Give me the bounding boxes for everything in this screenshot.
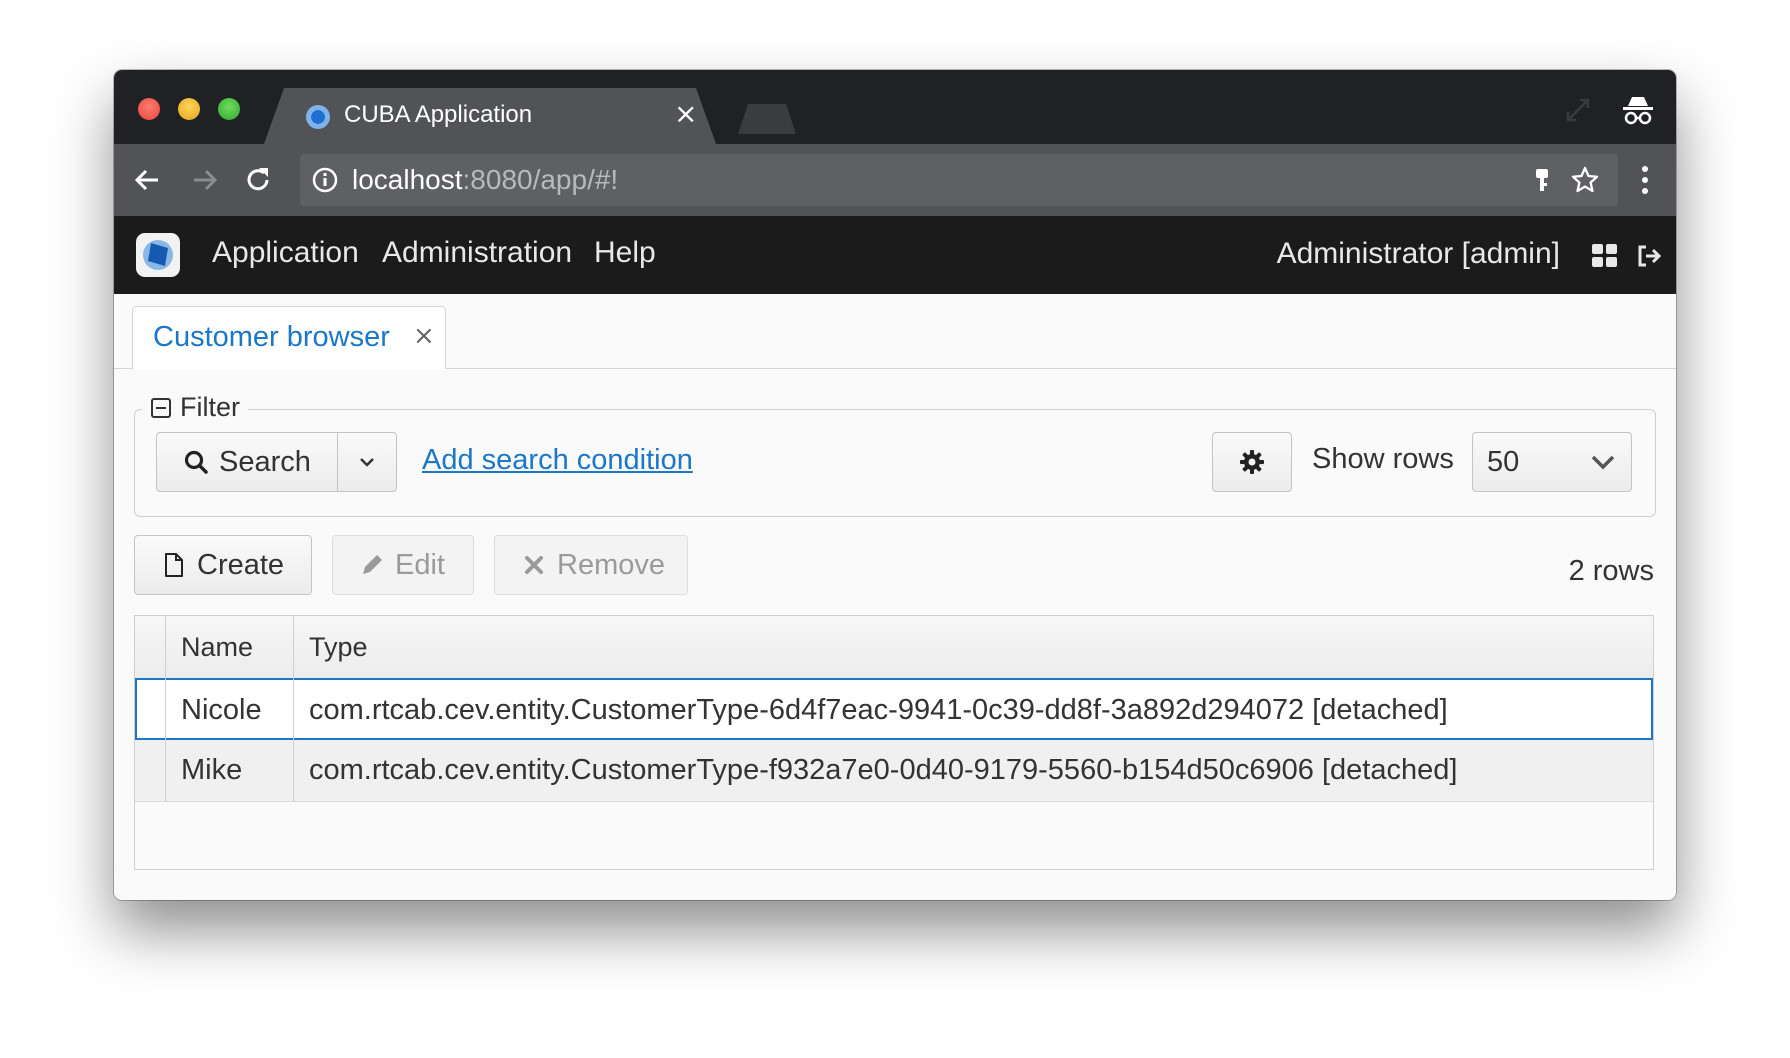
column-divider	[293, 616, 294, 802]
column-divider	[165, 616, 166, 802]
edit-button-label: Edit	[395, 548, 445, 581]
create-button-label: Create	[197, 548, 285, 581]
menu-item-application[interactable]: Application	[212, 236, 359, 270]
remove-button[interactable]: Remove	[494, 535, 688, 595]
star-icon[interactable]	[1570, 165, 1600, 195]
menu-item-administration[interactable]: Administration	[382, 236, 572, 270]
grid-icon[interactable]	[1592, 244, 1618, 268]
show-rows-value: 50	[1487, 446, 1520, 478]
browser-tab-title: CUBA Application	[344, 101, 533, 128]
info-icon[interactable]	[312, 167, 338, 193]
cell-name: Mike	[181, 754, 243, 786]
add-search-condition-link[interactable]: Add search condition	[422, 444, 693, 477]
show-rows-label: Show rows	[1312, 443, 1454, 475]
kebab-menu-icon[interactable]	[1638, 162, 1652, 198]
current-user[interactable]: Administrator [admin]	[1277, 237, 1560, 271]
browser-toolbar: localhost:8080/app/#!	[114, 144, 1676, 216]
minimize-window-button[interactable]	[178, 98, 200, 120]
reload-icon[interactable]	[242, 164, 274, 196]
cross-icon	[525, 556, 543, 574]
remove-button-label: Remove	[557, 548, 665, 581]
show-rows-select[interactable]: 50	[1472, 432, 1632, 492]
new-tab-button[interactable]	[738, 104, 796, 134]
screen-tabs-bar: Customer browser ×	[114, 294, 1676, 369]
close-icon[interactable]: ×	[413, 321, 435, 351]
cell-name: Nicole	[181, 694, 262, 726]
favicon-icon	[306, 105, 330, 129]
tab-customer-browser[interactable]: Customer browser ×	[132, 306, 446, 369]
browser-window: CUBA Application × localhost:8080/app/#!…	[114, 70, 1676, 900]
column-header-name[interactable]: Name	[181, 632, 253, 663]
app-header: Application Administration Help Administ…	[114, 216, 1676, 294]
customers-table: Name Type Nicole com.rtcab.cev.entity.Cu…	[134, 615, 1654, 870]
address-bar[interactable]: localhost:8080/app/#!	[300, 154, 1618, 206]
search-icon	[184, 450, 208, 474]
edit-button[interactable]: Edit	[332, 535, 474, 595]
filter-label: Filter	[180, 392, 240, 422]
table-row[interactable]: Nicole com.rtcab.cev.entity.CustomerType…	[135, 678, 1653, 740]
url-path: :8080/app/#!	[462, 164, 619, 195]
menu-item-help[interactable]: Help	[594, 236, 656, 270]
filter-legend[interactable]: Filter	[142, 392, 248, 423]
cuba-logo-icon[interactable]	[134, 231, 182, 279]
gear-icon	[1240, 450, 1264, 474]
browser-tabstrip: CUBA Application ×	[114, 70, 1676, 144]
back-arrow-icon[interactable]	[132, 164, 164, 196]
chevron-down-icon	[360, 458, 374, 467]
maximize-window-button[interactable]	[218, 98, 240, 120]
screen-tab-label: Customer browser	[153, 321, 390, 353]
close-window-button[interactable]	[138, 98, 160, 120]
cell-type: com.rtcab.cev.entity.CustomerType-6d4f7e…	[309, 694, 1448, 726]
chevron-down-icon	[1591, 455, 1615, 470]
close-tab-button[interactable]: ×	[674, 99, 697, 129]
search-button[interactable]: Search	[156, 432, 338, 492]
search-button-label: Search	[219, 445, 311, 478]
filter-settings-button[interactable]	[1212, 432, 1292, 492]
collapse-icon[interactable]	[150, 397, 172, 419]
logout-icon[interactable]	[1636, 243, 1662, 269]
table-header: Name Type	[135, 616, 1653, 679]
app-content: Customer browser × Filter Search Add sea…	[114, 294, 1676, 900]
column-header-type[interactable]: Type	[309, 632, 368, 663]
create-button[interactable]: Create	[134, 535, 312, 595]
pencil-icon	[363, 555, 382, 574]
key-icon[interactable]	[1528, 166, 1556, 194]
document-icon	[165, 553, 183, 577]
url-host: localhost	[352, 164, 463, 195]
rows-count: 2 rows	[1568, 555, 1654, 587]
url-text: localhost:8080/app/#!	[352, 164, 618, 196]
incognito-icon[interactable]	[1620, 92, 1656, 128]
forward-arrow-icon[interactable]	[188, 164, 220, 196]
customer-browser-screen: Filter Search Add search condition Show …	[114, 369, 1676, 900]
browser-tab[interactable]: CUBA Application ×	[264, 88, 716, 144]
table-row[interactable]: Mike com.rtcab.cev.entity.CustomerType-f…	[135, 740, 1653, 802]
restore-window-icon[interactable]	[1560, 92, 1596, 128]
cell-type: com.rtcab.cev.entity.CustomerType-f932a7…	[309, 754, 1458, 786]
search-options-dropdown[interactable]	[337, 432, 397, 492]
